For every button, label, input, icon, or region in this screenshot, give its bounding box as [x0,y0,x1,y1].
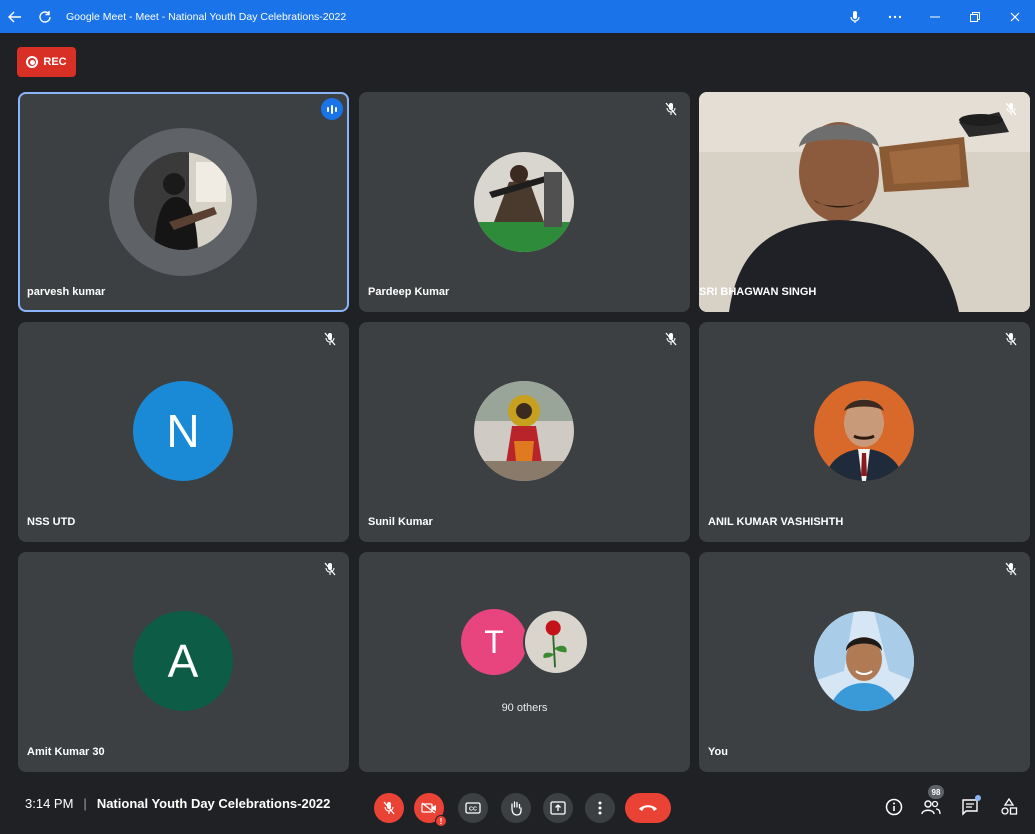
participant-tile-sunil-kumar[interactable]: Sunil Kumar [359,322,690,542]
participant-name: You [708,746,728,758]
toggle-microphone-button[interactable] [374,793,404,823]
participant-name: parvesh kumar [27,286,106,298]
avatar [814,381,914,481]
mic-off-icon [662,330,680,348]
recording-label: REC [43,56,67,68]
participant-name: NSS UTD [27,516,76,528]
others-count-label: 90 others [501,702,548,714]
toggle-camera-button[interactable]: ! [414,793,447,827]
more-vert-icon [598,801,602,815]
meeting-title: National Youth Day Celebrations-2022 [96,796,331,811]
restore-icon[interactable] [955,0,995,33]
participant-name: ANIL KUMAR VASHISHTH [708,516,844,528]
participant-name: Sunil Kumar [368,516,433,528]
chat-button[interactable] [957,794,983,820]
camera-off-icon [421,802,436,814]
participant-tile-parvesh-kumar[interactable]: parvesh kumar [18,92,349,312]
warning-icon: ! [435,815,447,827]
mic-off-icon [383,801,395,815]
closed-captions-icon: CC [465,802,481,814]
avatar-letter: T [461,609,527,675]
activities-button[interactable] [996,794,1022,820]
meeting-details-button[interactable] [881,794,907,820]
participant-tile-amit-kumar-30[interactable]: A Amit Kumar 30 [18,552,349,772]
svg-text:CC: CC [469,807,477,813]
record-icon [26,56,39,68]
people-icon [921,800,941,815]
mic-off-icon [662,100,680,118]
meeting-time: 3:14 PM [25,796,74,811]
leave-call-button[interactable] [625,793,671,823]
captions-button[interactable]: CC [458,793,488,823]
avatar-initial: A [167,635,199,687]
info-icon [885,798,903,816]
participants-count-badge: 98 [928,785,944,799]
window-title: Google Meet - Meet - National Youth Day … [66,10,347,23]
participant-tile-anil-kumar-vashishth[interactable]: ANIL KUMAR VASHISHTH [699,322,1030,542]
recording-badge: REC [17,47,76,77]
mic-off-icon [321,560,339,578]
participant-tile-nss-utd[interactable]: N NSS UTD [18,322,349,542]
video-feed [699,92,1030,312]
participant-name: Pardeep Kumar [368,286,450,298]
reload-icon[interactable] [30,0,60,33]
participant-name: Amit Kumar 30 [27,746,105,758]
back-arrow-icon[interactable] [0,0,30,33]
participant-tile-you[interactable]: You [699,552,1030,772]
more-options-button[interactable] [585,793,615,823]
window-titlebar: Google Meet - Meet - National Youth Day … [0,0,1035,33]
microphone-icon[interactable] [835,0,875,33]
others-tile[interactable]: T 90 others [359,552,690,772]
mic-off-icon [1002,330,1020,348]
avatar [474,152,574,252]
meeting-controls-bar: 3:14 PM | National Youth Day Celebration… [0,780,1035,834]
avatar-letter: N [133,381,233,481]
separator: | [83,796,87,811]
mic-off-icon [1002,100,1020,118]
participant-tile-sri-bhagwan-singh[interactable]: SRI BHAGWAN SINGH [699,92,1030,312]
avatar [814,611,914,711]
avatar-initial: N [166,405,200,457]
speaking-indicator-icon [321,98,343,120]
mic-off-icon [1002,560,1020,578]
activities-icon [1001,798,1018,815]
avatar [523,609,589,675]
raise-hand-button[interactable] [501,793,531,823]
close-icon[interactable] [995,0,1035,33]
minimize-icon[interactable] [915,0,955,33]
avatar [474,381,574,481]
present-screen-button[interactable] [543,793,573,823]
avatar-initial: T [484,623,504,660]
more-options-icon[interactable] [875,0,915,33]
avatar [134,152,232,250]
raise-hand-icon [511,801,522,816]
mic-off-icon [321,330,339,348]
avatar-letter: A [133,611,233,711]
meeting-info: 3:14 PM | National Youth Day Celebration… [25,796,330,811]
present-screen-icon [550,801,566,815]
participants-button[interactable]: 98 [918,785,944,820]
participant-name: SRI BHAGWAN SINGH [699,286,817,298]
hang-up-icon [639,805,657,811]
participant-tile-pardeep-kumar[interactable]: Pardeep Kumar [359,92,690,312]
unread-dot [975,795,981,801]
